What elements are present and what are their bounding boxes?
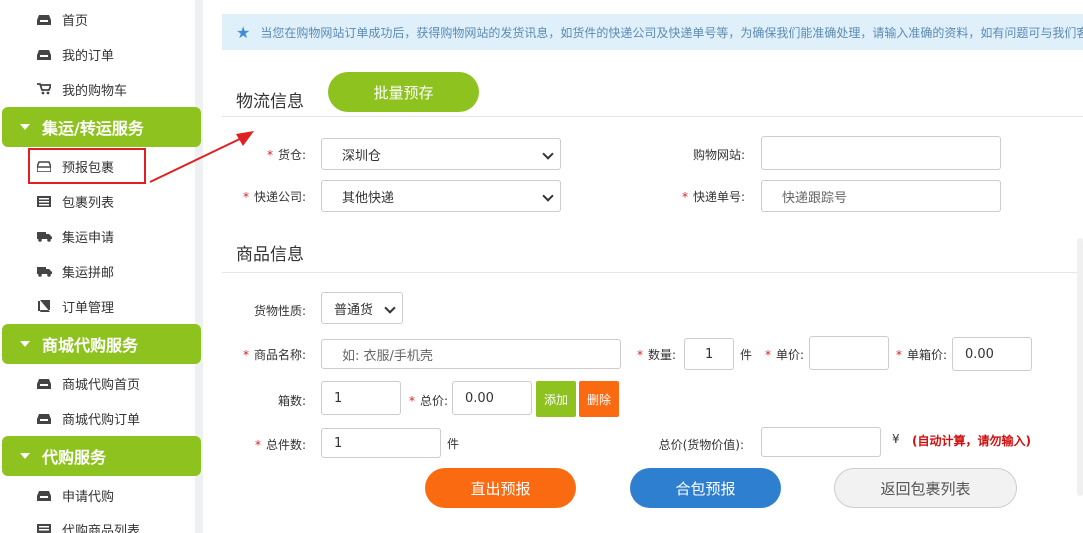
caret-down-icon	[20, 124, 30, 130]
sidebar-item-label: 我的订单	[62, 48, 115, 64]
cart-icon	[36, 82, 52, 96]
courier-select[interactable]: 其他快递	[321, 180, 561, 212]
inbox-icon	[36, 411, 52, 425]
direct-forecast-button[interactable]: 直出预报	[425, 468, 576, 508]
section-title: 代购服务	[42, 448, 107, 467]
sidebar-item-label: 首页	[62, 13, 89, 29]
divider	[222, 272, 1083, 273]
sidebar-item-label: 集运拼邮	[62, 265, 115, 281]
notice-text: 当您在购物网站订单成功后，获得购物网站的发货讯息，如货件的快递公司及快递单号等，…	[260, 25, 1083, 40]
goods-nature-select[interactable]: 普通货	[321, 292, 403, 324]
section-head-mall-purchase[interactable]: 商城代购服务	[2, 324, 201, 364]
total-count-unit: 件	[447, 437, 460, 451]
chevron-down-icon	[542, 148, 554, 160]
sidebar-item-purchase-goods-list[interactable]: 代购商品列表	[36, 517, 140, 533]
sidebar-item-mall-home[interactable]: 商城代购首页	[36, 371, 140, 395]
sidebar-item-apply-purchase[interactable]: 申请代购	[36, 483, 114, 507]
truck-icon	[36, 264, 52, 278]
section-head-consolidation[interactable]: 集运/转运服务	[2, 107, 201, 147]
sidebar: 首页 我的订单 我的购物车 集运/转运服务 预报包裹 包裹列表 集运申请 集运拼…	[0, 0, 203, 533]
sidebar-item-label: 我的购物车	[62, 83, 128, 99]
sidebar-item-order-manage[interactable]: 订单管理	[36, 294, 114, 318]
unit-price-input[interactable]	[809, 336, 889, 370]
notice-banner: ★ 当您在购物网站订单成功后，获得购物网站的发货讯息，如货件的快递公司及快递单号…	[222, 14, 1083, 50]
inbox-icon	[36, 376, 52, 390]
site-label: 购物网站:	[692, 148, 745, 162]
sidebar-item-my-cart[interactable]: 我的购物车	[36, 77, 127, 101]
combined-forecast-button[interactable]: 合包预报	[630, 468, 781, 508]
box-price-label: * 单箱价:	[895, 348, 947, 362]
currency-symbol: ¥	[892, 432, 900, 446]
quantity-input[interactable]: 1	[684, 338, 734, 370]
boxes-input[interactable]: 1	[321, 381, 401, 415]
sidebar-item-label: 申请代购	[62, 489, 115, 505]
section-title: 集运/转运服务	[42, 119, 144, 138]
sidebar-item-mall-orders[interactable]: 商城代购订单	[36, 406, 140, 430]
warehouse-label: * 货仓:	[266, 148, 306, 162]
back-to-parcel-list-button[interactable]: 返回包裹列表	[834, 468, 1017, 508]
inbox-icon	[36, 47, 52, 61]
box-price-input[interactable]: 0.00	[952, 337, 1032, 371]
list-icon	[36, 194, 52, 208]
sidebar-item-my-orders[interactable]: 我的订单	[36, 42, 114, 66]
section-title: 商城代购服务	[42, 336, 139, 355]
logistics-title: 物流信息	[236, 92, 304, 112]
inbox-icon	[36, 12, 52, 26]
section-head-purchase-service[interactable]: 代购服务	[2, 436, 201, 476]
sidebar-item-home[interactable]: 首页	[36, 7, 88, 31]
courier-label: * 快递公司:	[242, 190, 306, 204]
add-button[interactable]: 添加	[536, 381, 576, 417]
warehouse-select[interactable]: 深圳仓	[321, 138, 561, 170]
goods-name-label: * 商品名称:	[242, 348, 306, 362]
highlight-annotation-box	[28, 148, 146, 184]
chevron-down-icon	[542, 190, 554, 202]
sidebar-item-label: 订单管理	[62, 300, 115, 316]
quantity-label: * 数量:	[636, 348, 676, 362]
total-price-input[interactable]: 0.00	[452, 381, 532, 415]
tracking-label: * 快递单号:	[681, 190, 745, 204]
scrollbar[interactable]	[1077, 238, 1083, 496]
boxes-label: 箱数:	[277, 394, 306, 408]
auto-calc-note: (自动计算，请勿输入)	[912, 434, 1031, 448]
goods-name-input[interactable]: 如: 衣服/手机壳	[321, 339, 621, 369]
sidebar-item-consolidation-apply[interactable]: 集运申请	[36, 224, 114, 248]
chevron-down-icon	[384, 302, 396, 314]
unit-price-label: * 单价:	[764, 348, 804, 362]
delete-button[interactable]: 删除	[579, 381, 619, 417]
total-count-label: * 总件数:	[254, 438, 306, 452]
caret-down-icon	[20, 341, 30, 347]
list-icon	[36, 522, 52, 533]
sidebar-item-consolidation-share[interactable]: 集运拼邮	[36, 259, 114, 283]
sidebar-item-label: 商城代购订单	[62, 412, 141, 428]
shopping-site-input[interactable]	[761, 136, 1001, 170]
quantity-unit: 件	[740, 348, 753, 362]
nature-label: 货物性质:	[253, 304, 306, 318]
star-icon: ★	[236, 22, 251, 42]
total-price-label: * 总价:	[408, 394, 448, 408]
caret-down-icon	[20, 453, 30, 459]
batch-store-button[interactable]: 批量预存	[328, 72, 479, 112]
divider	[222, 116, 1083, 117]
book-icon	[36, 299, 52, 313]
total-count-input[interactable]: 1	[321, 428, 441, 458]
sidebar-item-label: 商城代购首页	[62, 377, 141, 393]
sidebar-item-label: 代购商品列表	[62, 523, 141, 533]
sidebar-item-label: 包裹列表	[62, 195, 115, 211]
goods-title: 商品信息	[236, 245, 304, 265]
truck-icon	[36, 229, 52, 243]
goods-value-label: 总价(货物价值):	[658, 438, 744, 452]
inbox-icon	[36, 488, 52, 502]
sidebar-item-label: 集运申请	[62, 230, 115, 246]
tracking-number-input[interactable]: 快递跟踪号	[761, 180, 1001, 212]
goods-value-input[interactable]	[761, 427, 881, 457]
sidebar-item-parcel-list[interactable]: 包裹列表	[36, 189, 114, 213]
